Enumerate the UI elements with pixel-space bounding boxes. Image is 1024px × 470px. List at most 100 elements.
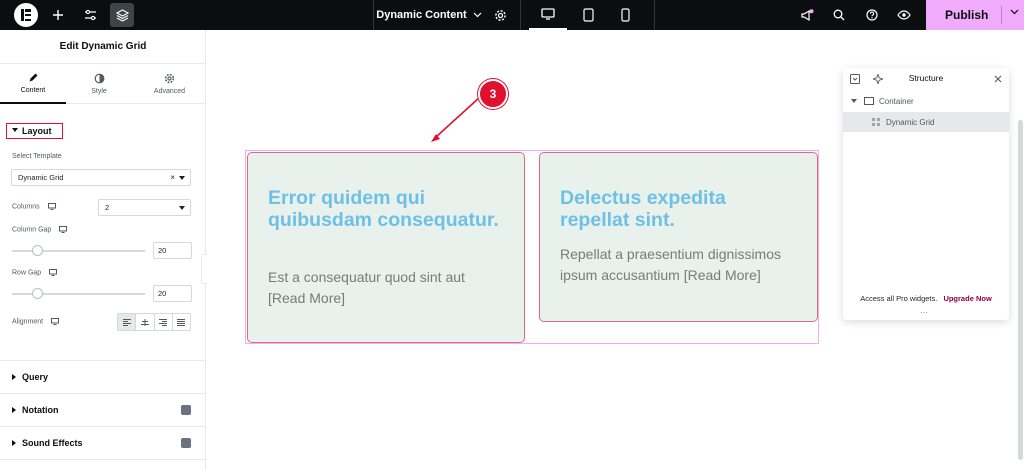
tab-style-label: Style [91, 88, 107, 95]
card-text[interactable]: Est a consequatur quod sint aut [Read Mo… [268, 267, 498, 309]
gear-icon [164, 73, 175, 84]
desktop-view-icon[interactable] [529, 0, 567, 30]
structure-item-dynamic-grid[interactable]: Dynamic Grid [843, 112, 1009, 132]
contrast-icon [94, 73, 104, 84]
card-text[interactable]: Repellat a praesentium dignissimos ipsum… [560, 244, 810, 286]
tablet-view-icon[interactable] [569, 0, 607, 30]
page-settings-gear-icon[interactable] [488, 3, 512, 27]
tab-advanced-label: Advanced [153, 88, 186, 95]
caret-down-icon [12, 128, 18, 132]
pro-badge-icon [181, 438, 191, 448]
divider [0, 459, 206, 470]
panel-tabs: Content Style Advanced [0, 64, 206, 104]
column-gap-label-text: Column Gap [12, 226, 52, 234]
panel-title: Edit Dynamic Grid [0, 30, 206, 64]
caret-right-icon [12, 407, 16, 413]
align-center-icon[interactable] [136, 314, 155, 330]
preview-eye-icon[interactable] [892, 3, 916, 27]
card-title[interactable]: Delectus expedita repellat sint. [560, 187, 800, 231]
columns-value: 2 [105, 203, 110, 212]
tab-content-label: Content [20, 87, 46, 94]
chevron-down-icon [473, 12, 482, 18]
column-gap-label: Column Gap [12, 226, 68, 234]
structure-item-container[interactable]: Container [843, 91, 1009, 111]
tab-advanced[interactable]: Advanced [133, 64, 206, 104]
mobile-view-icon[interactable] [606, 0, 644, 30]
responsive-desktop-icon[interactable] [59, 226, 68, 233]
columns-label: Columns [12, 203, 56, 210]
section-notation-label: Notation [22, 405, 59, 415]
section-query-label: Query [22, 372, 49, 382]
pro-badge-icon [181, 405, 191, 415]
caret-right-icon [12, 374, 16, 380]
close-icon[interactable] [994, 75, 1002, 83]
section-notation[interactable]: Notation [0, 393, 206, 426]
pencil-icon [29, 73, 37, 82]
row-gap-slider-handle[interactable] [32, 288, 43, 299]
upgrade-now-link[interactable]: Upgrade Now [943, 294, 991, 303]
column-gap-input[interactable]: 20 [153, 242, 192, 259]
structure-layers-icon[interactable] [110, 3, 134, 27]
align-left-icon[interactable] [118, 314, 137, 330]
divider [520, 0, 521, 30]
resize-handle-icon[interactable]: ··· [920, 308, 928, 317]
upgrade-notice: Access all Pro widgets. Upgrade Now [843, 294, 1009, 303]
grid-card-1[interactable]: Error quidem qui quibusdam consequatur. … [247, 152, 525, 343]
section-sound-effects-label: Sound Effects [22, 438, 83, 448]
responsive-desktop-icon[interactable] [51, 318, 60, 325]
publish-button[interactable]: Publish [926, 0, 1024, 30]
document-title-dropdown[interactable]: Dynamic Content [374, 0, 484, 30]
top-bar: Dynamic Content Publish [0, 0, 1024, 30]
row-gap-label: Row Gap [12, 269, 58, 277]
grid-card-2[interactable]: Delectus expedita repellat sint. Repella… [539, 152, 818, 322]
column-gap-slider-handle[interactable] [32, 245, 43, 256]
columns-label-text: Columns [12, 203, 40, 211]
upgrade-notice-text: Access all Pro widgets. [860, 294, 938, 303]
clear-icon[interactable]: × [170, 173, 175, 182]
align-justify-icon[interactable] [173, 314, 190, 330]
search-icon[interactable] [827, 3, 851, 27]
caret-right-icon [12, 440, 16, 446]
container-icon [864, 97, 874, 105]
chevron-down-icon[interactable] [1010, 9, 1019, 15]
caret-down-icon [179, 206, 185, 210]
row-gap-input[interactable]: 20 [153, 285, 192, 302]
divider [654, 0, 655, 30]
canvas-scrollbar[interactable] [1018, 120, 1023, 460]
structure-item-label: Container [879, 97, 914, 106]
select-template-dropdown[interactable]: Dynamic Grid × [11, 169, 191, 186]
section-layout-toggle[interactable]: Layout [6, 123, 63, 139]
divider [1001, 6, 1002, 24]
editor-panel: Edit Dynamic Grid Content Style Advanced… [0, 30, 206, 470]
add-element-icon[interactable] [46, 3, 70, 27]
structure-header: Structure [843, 68, 1009, 90]
section-layout-label: Layout [22, 126, 52, 136]
caret-down-icon [179, 176, 185, 180]
structure-title: Structure [908, 73, 944, 83]
card-title[interactable]: Error quidem qui quibusdam consequatur. [268, 187, 508, 231]
section-query[interactable]: Query [0, 360, 206, 393]
document-title: Dynamic Content [376, 9, 467, 21]
section-sound-effects[interactable]: Sound Effects [0, 426, 206, 459]
alignment-control [117, 313, 191, 331]
whats-new-megaphone-icon[interactable] [795, 3, 819, 27]
columns-select[interactable]: 2 [98, 199, 191, 216]
tab-content[interactable]: Content [0, 64, 66, 104]
settings-sliders-icon[interactable] [78, 3, 102, 27]
annotation-step-badge: 3 [478, 79, 508, 109]
caret-down-icon[interactable] [851, 99, 857, 103]
grid-icon [872, 118, 880, 126]
elementor-logo-icon[interactable] [14, 3, 38, 27]
structure-panel: Structure Container Dynamic Grid Access … [843, 68, 1009, 320]
alignment-label-text: Alignment [12, 318, 44, 326]
responsive-desktop-icon[interactable] [47, 203, 56, 210]
publish-label: Publish [945, 8, 989, 22]
align-right-icon[interactable] [155, 314, 173, 330]
annotation-arrow-icon [431, 96, 481, 142]
select-template-value: Dynamic Grid [18, 173, 64, 182]
structure-item-label: Dynamic Grid [886, 118, 935, 127]
row-gap-label-text: Row Gap [12, 269, 42, 277]
help-icon[interactable] [860, 3, 884, 27]
tab-style[interactable]: Style [66, 64, 132, 104]
responsive-desktop-icon[interactable] [49, 269, 58, 276]
